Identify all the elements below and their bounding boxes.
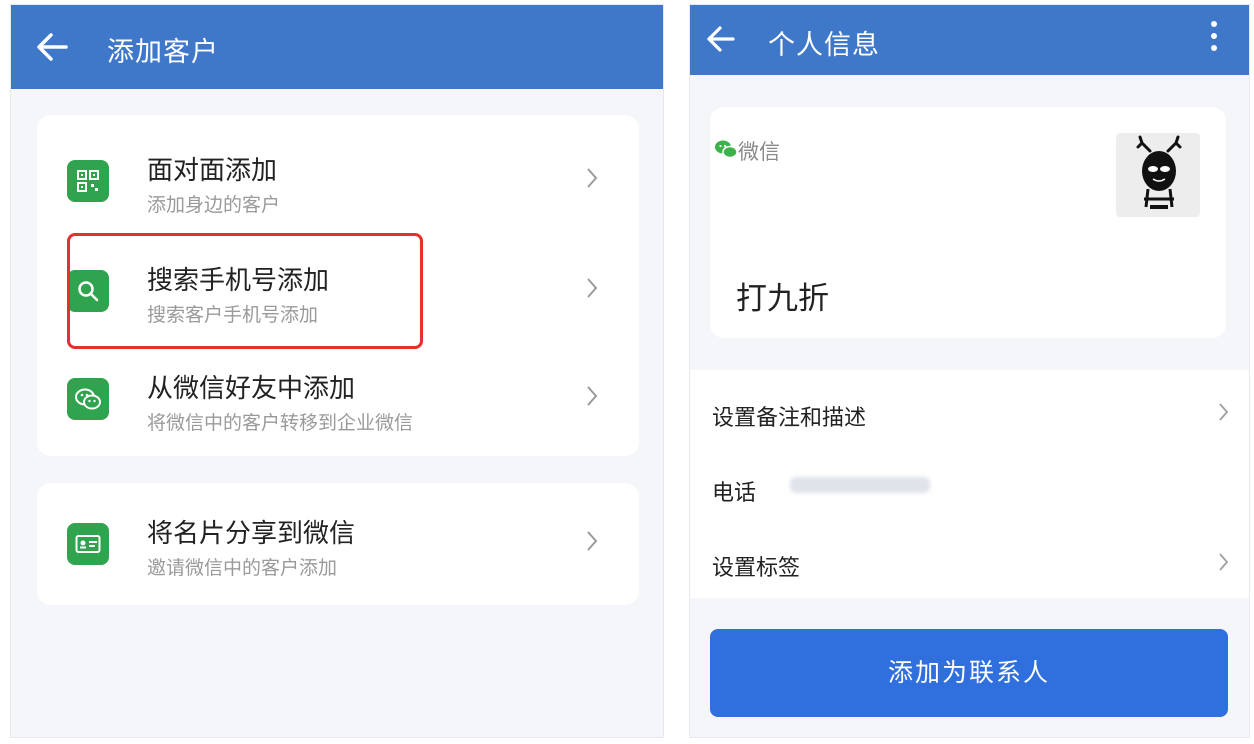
wechat-icon xyxy=(67,378,109,420)
avatar[interactable] xyxy=(1116,133,1200,217)
back-arrow-icon[interactable] xyxy=(35,31,69,67)
option-title: 面对面添加 xyxy=(147,156,278,186)
chevron-right-icon xyxy=(585,166,599,194)
share-card: 将名片分享到微信 邀请微信中的客户添加 xyxy=(37,483,639,605)
highlight-box xyxy=(67,233,423,349)
chevron-right-icon xyxy=(1218,552,1230,576)
top-bar: 添加客户 xyxy=(11,5,663,89)
remark-label: 设置备注和描述 xyxy=(712,406,867,431)
phone-number-blurred xyxy=(790,477,930,493)
add-customer-screen: 添加客户 面对面添加 添加身边的客户 搜索手机号添加 搜索客户手机号添加 从微信… xyxy=(10,4,664,738)
chevron-right-icon xyxy=(585,529,599,557)
option-subtitle: 邀请微信中的客户添加 xyxy=(147,557,338,579)
phone-label: 电话 xyxy=(712,481,757,506)
chevron-right-icon xyxy=(1218,402,1230,426)
top-bar: 个人信息 xyxy=(690,5,1249,75)
option-title: 从微信好友中添加 xyxy=(147,374,356,404)
option-subtitle: 将微信中的客户转移到企业微信 xyxy=(147,412,414,434)
contact-name: 打九折 xyxy=(736,281,829,317)
qr-code-icon xyxy=(67,160,109,202)
option-title: 将名片分享到微信 xyxy=(147,519,356,549)
info-list: 设置备注和描述 电话 设置标签 xyxy=(690,370,1249,598)
page-title: 个人信息 xyxy=(768,30,880,61)
source-label: 微信 xyxy=(738,140,780,164)
chevron-right-icon xyxy=(585,384,599,412)
wechat-icon xyxy=(714,139,738,163)
option-share-card[interactable]: 将名片分享到微信 邀请微信中的客户添加 xyxy=(37,489,639,599)
profile-screen: 个人信息 微信 打九折 设置备注和描述 电话 设置标签 添加为联系人 xyxy=(689,4,1250,738)
option-face-to-face[interactable]: 面对面添加 添加身边的客户 xyxy=(37,120,639,230)
back-arrow-icon[interactable] xyxy=(706,25,736,57)
option-wechat-friends[interactable]: 从微信好友中添加 将微信中的客户转移到企业微信 xyxy=(37,340,639,450)
business-card-icon xyxy=(67,523,109,565)
tags-label: 设置标签 xyxy=(712,556,801,581)
option-subtitle: 添加身边的客户 xyxy=(147,194,281,216)
more-options-icon[interactable] xyxy=(1211,21,1219,57)
page-title: 添加客户 xyxy=(107,37,219,68)
chevron-right-icon xyxy=(585,276,599,304)
add-contact-button[interactable]: 添加为联系人 xyxy=(710,629,1228,717)
